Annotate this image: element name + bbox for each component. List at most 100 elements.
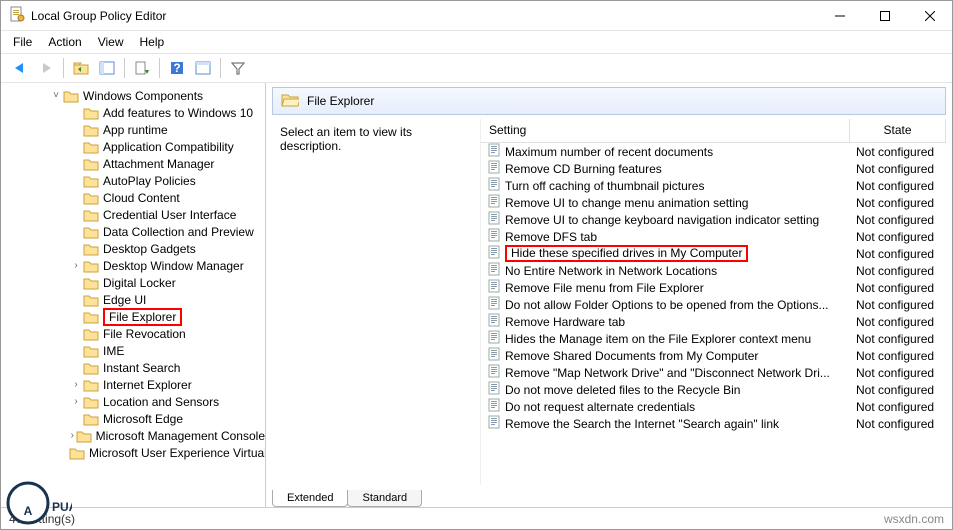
setting-state: Not configured <box>850 417 946 431</box>
maximize-button[interactable] <box>862 1 907 30</box>
setting-row[interactable]: Remove "Map Network Drive" and "Disconne… <box>481 364 946 381</box>
tab-extended[interactable]: Extended <box>272 490 348 507</box>
setting-row[interactable]: Do not allow Folder Options to be opened… <box>481 296 946 313</box>
tree-item[interactable]: File Explorer <box>1 308 265 325</box>
expand-icon[interactable]: › <box>69 379 83 390</box>
status-count: 47 setting(s) <box>9 512 75 526</box>
tree-item[interactable]: File Revocation <box>1 325 265 342</box>
tree-pane[interactable]: ˅Windows Components Add features to Windo… <box>1 83 266 507</box>
filter-button[interactable] <box>226 56 250 80</box>
policy-icon <box>487 279 501 296</box>
tree-item-label: Microsoft User Experience Virtualization <box>89 446 266 460</box>
collapse-icon[interactable]: ˅ <box>49 90 63 101</box>
column-setting[interactable]: Setting <box>481 119 850 142</box>
tree-item[interactable]: Attachment Manager <box>1 155 265 172</box>
menu-file[interactable]: File <box>5 32 40 52</box>
setting-row[interactable]: Hides the Manage item on the File Explor… <box>481 330 946 347</box>
setting-row[interactable]: Maximum number of recent documentsNot co… <box>481 143 946 160</box>
tree-item-label: IME <box>103 344 124 358</box>
tree-item-label: App runtime <box>103 123 168 137</box>
tree-item[interactable]: AutoPlay Policies <box>1 172 265 189</box>
expand-icon[interactable]: › <box>69 430 76 441</box>
tree-item[interactable]: Add features to Windows 10 <box>1 104 265 121</box>
setting-row[interactable]: Remove UI to change keyboard navigation … <box>481 211 946 228</box>
tree-item[interactable]: Digital Locker <box>1 274 265 291</box>
expand-icon[interactable]: › <box>69 396 83 407</box>
setting-name: Remove CD Burning features <box>505 162 662 176</box>
setting-row[interactable]: Do not request alternate credentialsNot … <box>481 398 946 415</box>
up-folder-button[interactable] <box>69 56 93 80</box>
setting-row[interactable]: Remove CD Burning featuresNot configured <box>481 160 946 177</box>
tree-item-label: Credential User Interface <box>103 208 236 222</box>
setting-row[interactable]: Remove the Search the Internet "Search a… <box>481 415 946 432</box>
menu-view[interactable]: View <box>90 32 132 52</box>
setting-state: Not configured <box>850 145 946 159</box>
setting-row[interactable]: Remove Hardware tabNot configured <box>481 313 946 330</box>
folder-icon <box>83 412 99 426</box>
tree-item[interactable]: Instant Search <box>1 359 265 376</box>
policy-icon <box>487 296 501 313</box>
help-button[interactable]: ? <box>165 56 189 80</box>
policy-icon <box>487 313 501 330</box>
tree-item[interactable]: ›Internet Explorer <box>1 376 265 393</box>
tree-item[interactable]: Edge UI <box>1 291 265 308</box>
setting-row[interactable]: No Entire Network in Network LocationsNo… <box>481 262 946 279</box>
tree-item-label: AutoPlay Policies <box>103 174 196 188</box>
tree-item[interactable]: ›Location and Sensors <box>1 393 265 410</box>
folder-icon <box>76 429 92 443</box>
setting-row[interactable]: Remove File menu from File ExplorerNot c… <box>481 279 946 296</box>
app-icon <box>9 6 25 25</box>
folder-icon <box>83 327 99 341</box>
properties-button[interactable] <box>191 56 215 80</box>
minimize-button[interactable] <box>817 1 862 30</box>
tree-item-label: Add features to Windows 10 <box>103 106 253 120</box>
tree-item[interactable]: Microsoft Edge <box>1 410 265 427</box>
table-body[interactable]: Maximum number of recent documentsNot co… <box>481 143 946 485</box>
tree-item[interactable]: ›Desktop Window Manager <box>1 257 265 274</box>
tree-item[interactable]: Credential User Interface <box>1 206 265 223</box>
setting-row[interactable]: Do not move deleted files to the Recycle… <box>481 381 946 398</box>
policy-icon <box>487 143 501 160</box>
tree-item[interactable]: Cloud Content <box>1 189 265 206</box>
forward-button[interactable] <box>34 56 58 80</box>
setting-row[interactable]: Remove Shared Documents from My Computer… <box>481 347 946 364</box>
tree-item-root[interactable]: ˅Windows Components <box>1 87 265 104</box>
folder-icon <box>83 395 99 409</box>
tree-item[interactable]: App runtime <box>1 121 265 138</box>
setting-row[interactable]: Turn off caching of thumbnail picturesNo… <box>481 177 946 194</box>
tree-item[interactable]: Desktop Gadgets <box>1 240 265 257</box>
tree-item[interactable]: Application Compatibility <box>1 138 265 155</box>
tree-item-label: File Explorer <box>103 308 182 326</box>
export-list-button[interactable] <box>130 56 154 80</box>
setting-row[interactable]: Hide these specified drives in My Comput… <box>481 245 946 262</box>
expand-icon[interactable]: › <box>69 260 83 271</box>
setting-name: Hides the Manage item on the File Explor… <box>505 332 811 346</box>
setting-name: Remove Hardware tab <box>505 315 625 329</box>
tree-item[interactable]: Microsoft User Experience Virtualization <box>1 444 265 461</box>
back-button[interactable] <box>8 56 32 80</box>
toolbar-separator <box>159 58 160 78</box>
policy-icon <box>487 330 501 347</box>
policy-icon <box>487 177 501 194</box>
show-hide-tree-button[interactable] <box>95 56 119 80</box>
tab-standard[interactable]: Standard <box>347 490 422 507</box>
setting-state: Not configured <box>850 264 946 278</box>
folder-icon <box>83 123 99 137</box>
tree-item[interactable]: ›Microsoft Management Console <box>1 427 265 444</box>
setting-state: Not configured <box>850 230 946 244</box>
menu-help[interactable]: Help <box>132 32 173 52</box>
column-state[interactable]: State <box>850 119 946 142</box>
folder-icon <box>83 106 99 120</box>
setting-row[interactable]: Remove DFS tabNot configured <box>481 228 946 245</box>
setting-row[interactable]: Remove UI to change menu animation setti… <box>481 194 946 211</box>
policy-icon <box>487 347 501 364</box>
tree-item[interactable]: IME <box>1 342 265 359</box>
title-text: Local Group Policy Editor <box>31 9 817 23</box>
table-header: Setting State <box>481 119 946 143</box>
close-button[interactable] <box>907 1 952 30</box>
menu-action[interactable]: Action <box>40 32 89 52</box>
setting-name: Remove Shared Documents from My Computer <box>505 349 758 363</box>
setting-state: Not configured <box>850 332 946 346</box>
policy-icon <box>487 364 501 381</box>
tree-item[interactable]: Data Collection and Preview <box>1 223 265 240</box>
